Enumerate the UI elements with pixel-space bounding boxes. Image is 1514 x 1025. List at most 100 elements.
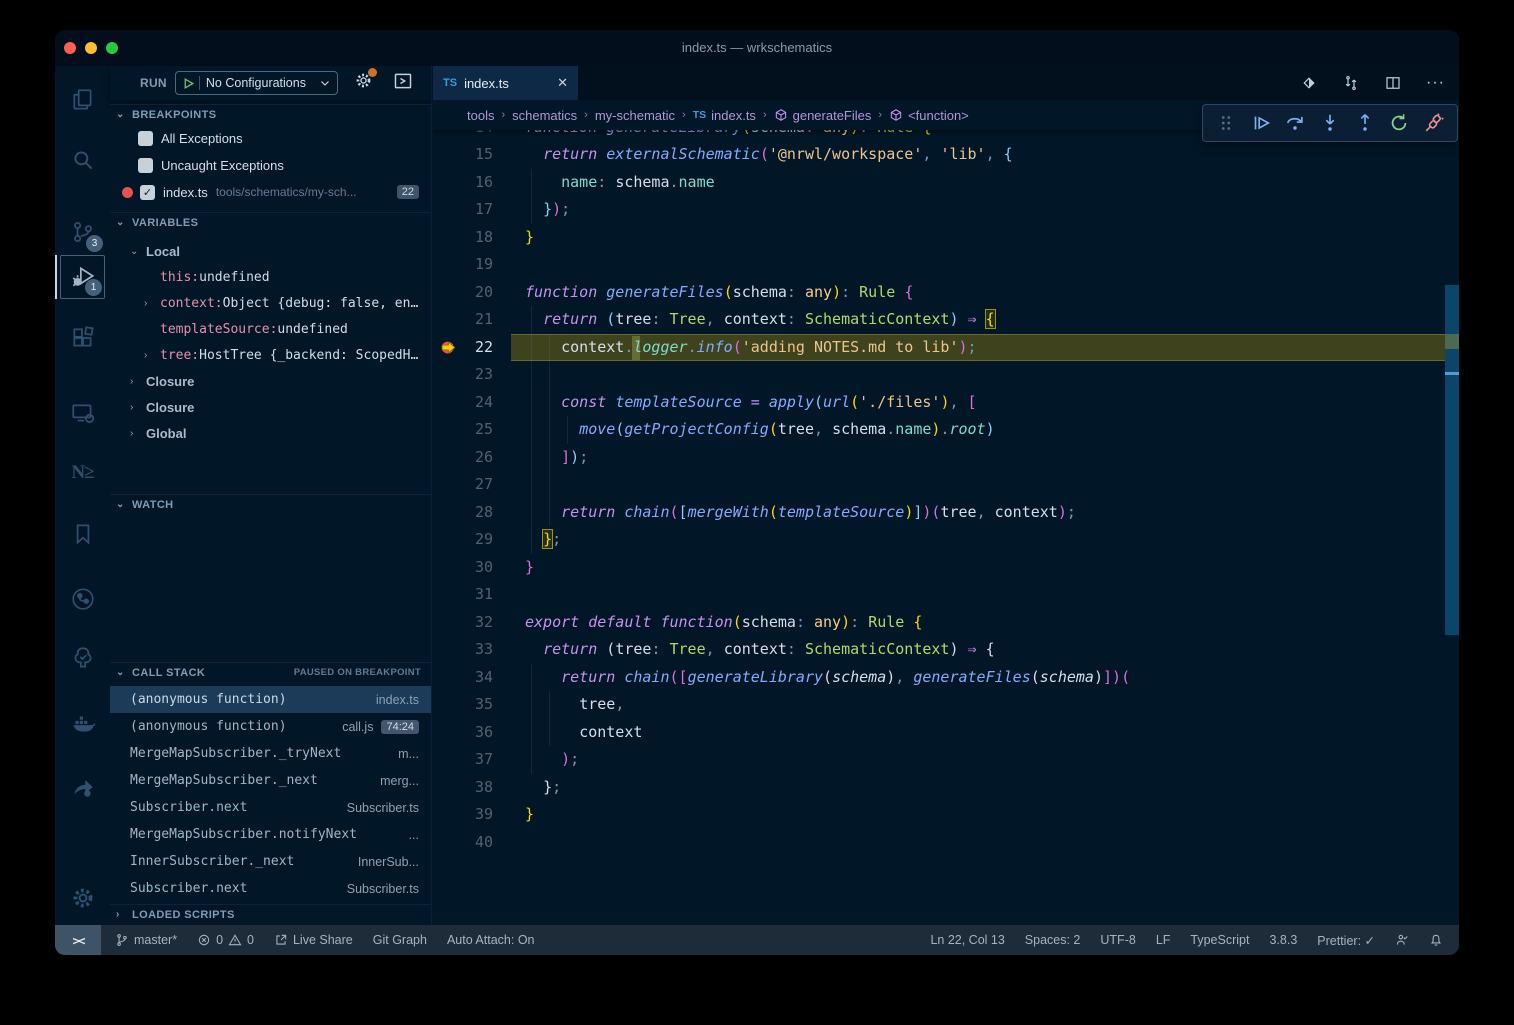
checkbox-unchecked[interactable] <box>138 131 153 146</box>
code-line[interactable] <box>525 251 1439 279</box>
line-number[interactable]: 18 <box>433 224 493 252</box>
code-line[interactable]: return chain([mergeWith(templateSource)]… <box>525 499 1439 527</box>
restart-button[interactable] <box>1385 109 1413 137</box>
eol-status[interactable]: LF <box>1156 933 1171 947</box>
remote-indicator[interactable]: >< <box>55 925 101 955</box>
checkbox-checked[interactable]: ✓ <box>140 185 155 200</box>
code-editor[interactable]: 1415161718192021222324252627282930313233… <box>433 130 1459 925</box>
feedback-button[interactable] <box>1395 933 1409 947</box>
variable-row[interactable]: ›context: Object {debug: false, en… <box>110 290 431 316</box>
chevron-right-icon[interactable]: › <box>130 402 146 413</box>
continue-button[interactable] <box>1247 109 1275 137</box>
line-number[interactable]: 30 <box>433 554 493 582</box>
activity-search[interactable] <box>60 138 105 182</box>
code-line[interactable]: }; <box>525 526 1439 554</box>
breadcrumb-item[interactable]: tools <box>467 108 494 123</box>
breadcrumb-item[interactable]: generateFiles <box>774 108 872 123</box>
indentation-status[interactable]: Spaces: 2 <box>1025 933 1081 947</box>
code-line[interactable]: export default function(schema: any): Ru… <box>525 609 1439 637</box>
line-number[interactable]: 33 <box>433 636 493 664</box>
chevron-right-icon[interactable]: › <box>130 428 146 439</box>
activity-manage[interactable] <box>60 876 105 920</box>
line-number[interactable]: 19 <box>433 251 493 279</box>
line-number[interactable]: 16 <box>433 169 493 197</box>
code-line[interactable]: } <box>525 801 1439 829</box>
cursor-position-status[interactable]: Ln 22, Col 13 <box>930 933 1004 947</box>
code-line[interactable]: context.logger.info('adding NOTES.md to … <box>525 334 1439 362</box>
activity-live-share[interactable] <box>60 765 105 809</box>
live-share-status[interactable]: Live Share <box>274 933 353 947</box>
debug-settings-button[interactable] <box>354 71 373 95</box>
more-actions-icon[interactable]: ··· <box>1426 74 1445 92</box>
loaded-scripts-section-header[interactable]: › LOADED SCRIPTS <box>110 904 431 924</box>
line-number[interactable]: 21 <box>433 306 493 334</box>
code-line[interactable]: ); <box>525 746 1439 774</box>
line-number[interactable]: 37 <box>433 746 493 774</box>
line-number[interactable]: 15 <box>433 141 493 169</box>
variable-row[interactable]: ›Global <box>110 420 431 446</box>
call-stack-frame[interactable]: (anonymous function)index.ts <box>110 686 431 713</box>
problems-status[interactable]: 0 0 <box>197 933 254 947</box>
typescript-version-status[interactable]: 3.8.3 <box>1269 933 1297 947</box>
activity-git-graph[interactable] <box>60 577 105 621</box>
chevron-down-icon[interactable]: ⌄ <box>130 246 146 257</box>
line-number[interactable]: 17 <box>433 196 493 224</box>
editor-scrollbar[interactable] <box>1445 130 1459 925</box>
code-line[interactable]: } <box>525 554 1439 582</box>
activity-source-control[interactable]: 3 <box>60 210 105 254</box>
variable-row[interactable]: ›tree: HostTree {_backend: ScopedH… <box>110 342 431 368</box>
line-number[interactable]: 23 <box>433 361 493 389</box>
activity-docker[interactable] <box>60 701 105 745</box>
close-tab-icon[interactable]: ✕ <box>557 75 568 91</box>
call-stack-frame[interactable]: MergeMapSubscriber.notifyNext... <box>110 821 431 848</box>
line-number[interactable]: 20 <box>433 279 493 307</box>
chevron-right-icon[interactable]: › <box>144 298 160 309</box>
line-number[interactable]: 29 <box>433 526 493 554</box>
line-number[interactable]: 26 <box>433 444 493 472</box>
code-line[interactable]: } <box>525 224 1439 252</box>
activity-explorer[interactable] <box>60 78 105 122</box>
breadcrumb-item[interactable]: <function> <box>889 108 969 123</box>
line-number[interactable]: 39 <box>433 801 493 829</box>
split-editor-icon[interactable] <box>1384 74 1402 92</box>
variable-row[interactable]: this: undefined <box>110 264 431 290</box>
call-stack-frame[interactable]: Subscriber.nextSubscriber.ts <box>110 794 431 821</box>
line-number[interactable]: 14 <box>433 130 493 141</box>
chevron-right-icon[interactable]: › <box>130 376 146 387</box>
code-line[interactable] <box>525 471 1439 499</box>
line-number[interactable]: 36 <box>433 719 493 747</box>
code-line[interactable] <box>525 829 1439 857</box>
code-line[interactable]: return (tree: Tree, context: SchematicCo… <box>525 636 1439 664</box>
toolbar-grip-handle[interactable] <box>1212 109 1240 137</box>
code-line[interactable]: function generateFiles(schema: any): Rul… <box>525 279 1439 307</box>
prettier-status[interactable]: Prettier: ✓ <box>1317 933 1375 948</box>
auto-attach-status[interactable]: Auto Attach: On <box>447 933 535 947</box>
compare-changes-icon[interactable] <box>1342 74 1360 92</box>
git-branch-status[interactable]: master* <box>115 933 177 947</box>
breadcrumb-item[interactable]: schematics <box>512 108 577 123</box>
activity-bookmarks[interactable] <box>60 512 105 556</box>
code-line[interactable]: }); <box>525 196 1439 224</box>
line-number[interactable]: 28 <box>433 499 493 527</box>
watch-section-header[interactable]: ⌄ WATCH <box>110 494 431 514</box>
code-line[interactable]: name: schema.name <box>525 169 1439 197</box>
breakpoints-section-header[interactable]: ⌄ BREAKPOINTS <box>110 104 431 124</box>
activity-testing[interactable] <box>60 636 105 680</box>
breadcrumb-item[interactable]: my-schematic <box>595 108 675 123</box>
tab-index-ts[interactable]: TS index.ts ✕ <box>433 66 578 100</box>
line-number[interactable]: 32 <box>433 609 493 637</box>
variables-section-header[interactable]: ⌄ VARIABLES <box>110 212 431 232</box>
line-number[interactable]: 38 <box>433 774 493 802</box>
call-stack-frame[interactable]: MergeMapSubscriber._tryNextm... <box>110 740 431 767</box>
disconnect-button[interactable] <box>1420 109 1448 137</box>
gitlens-diamond-icon[interactable] <box>1300 74 1318 92</box>
activity-remote-explorer[interactable] <box>60 391 105 435</box>
line-number[interactable]: 25 <box>433 416 493 444</box>
line-number[interactable]: 27 <box>433 471 493 499</box>
variable-row[interactable]: ⌄Local <box>110 238 431 264</box>
code-line[interactable]: const templateSource = apply(url('./file… <box>525 389 1439 417</box>
code-line[interactable]: return chain([generateLibrary(schema), g… <box>525 664 1439 692</box>
debug-console-button[interactable] <box>393 71 413 96</box>
git-graph-status[interactable]: Git Graph <box>373 933 427 947</box>
encoding-status[interactable]: UTF-8 <box>1100 933 1135 947</box>
